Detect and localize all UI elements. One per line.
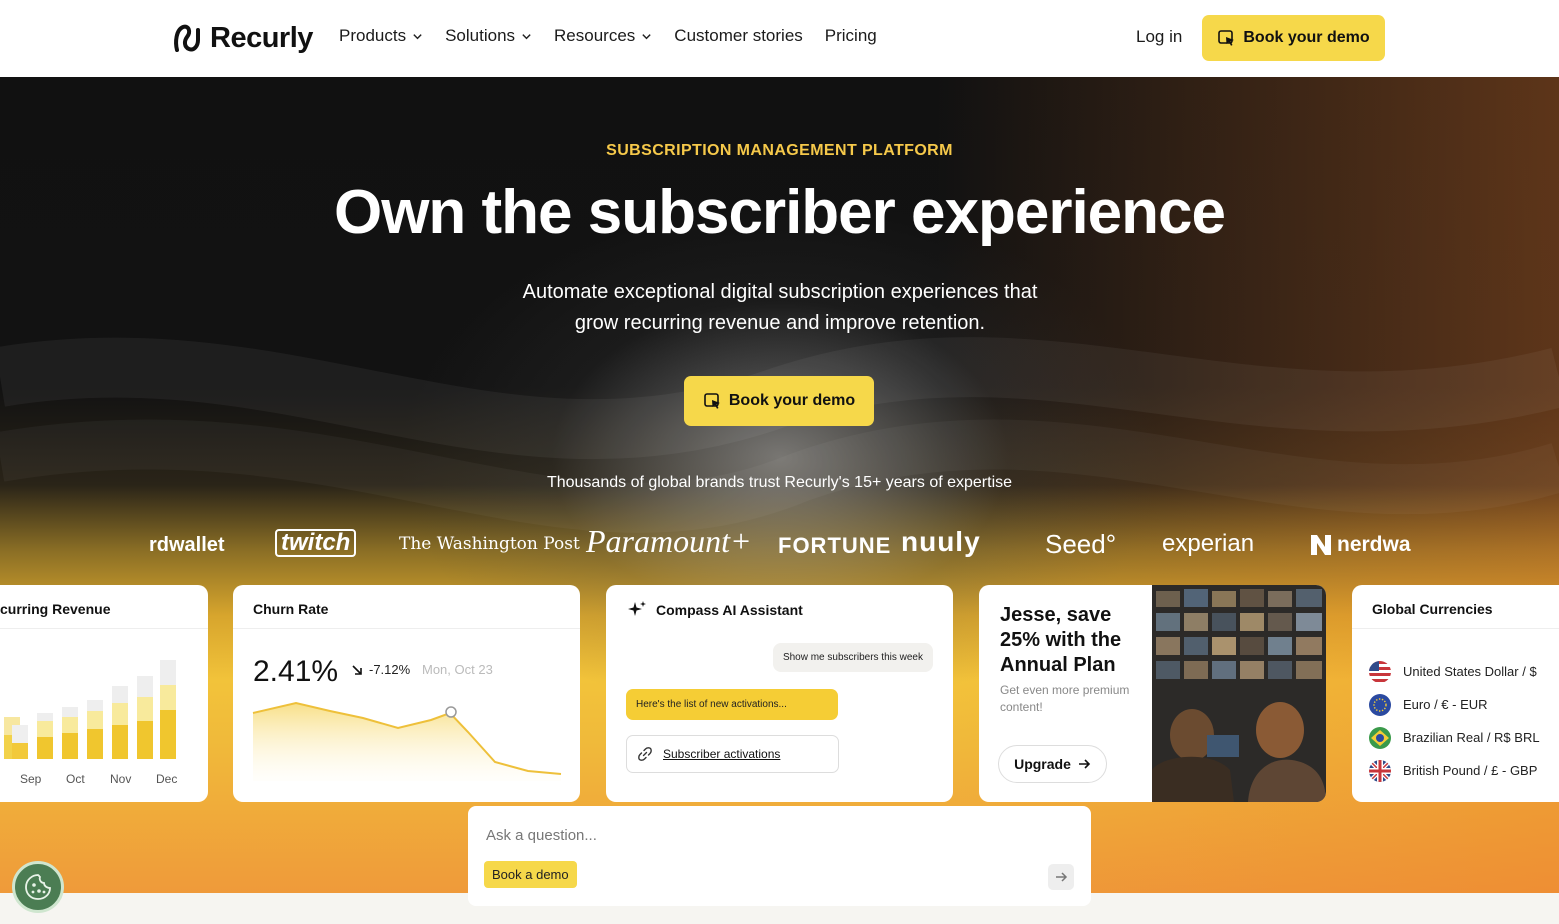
hero: SUBSCRIPTION MANAGEMENT PLATFORM Own the… — [0, 77, 1559, 893]
currency-item: Brazilian Real / R$ BRL — [1369, 721, 1540, 754]
hero-eyebrow: SUBSCRIPTION MANAGEMENT PLATFORM — [606, 142, 953, 159]
upgrade-label: Upgrade — [1014, 756, 1071, 772]
nav-solutions-label: Solutions — [445, 26, 516, 45]
churn-line-chart — [252, 701, 562, 781]
currency-label: United States Dollar / $ — [1403, 664, 1537, 679]
currency-label: British Pound / £ - GBP — [1403, 763, 1538, 778]
user-question-bubble: Show me subscribers this week — [772, 643, 933, 672]
promo-title: Jesse, save 25% with the Annual Plan — [1000, 604, 1122, 676]
brand-logo-nuuly: nuuly — [901, 526, 981, 557]
arrow-right-icon — [1078, 759, 1091, 769]
top-nav: Recurly Products Solutions Resources Cus… — [0, 0, 1559, 77]
currency-item: British Pound / £ - GBP — [1369, 754, 1540, 787]
card-divider — [1352, 628, 1559, 629]
trust-statement: Thousands of global brands trust Recurly… — [546, 474, 1013, 491]
hero-subline-1: Automate exceptional digital subscriptio… — [522, 281, 1038, 303]
primary-nav: Products Solutions Resources Customer st… — [339, 26, 899, 46]
hero-book-demo-button[interactable]: Book your demo — [684, 376, 874, 426]
nav-resources[interactable]: Resources — [554, 26, 652, 46]
calendar-cursor-icon — [704, 393, 720, 409]
nav-resources-label: Resources — [554, 26, 636, 45]
month-label-nov: Nov — [110, 772, 132, 786]
ai-card-title: Compass AI Assistant — [656, 602, 803, 618]
arrow-right-icon — [1056, 872, 1068, 882]
send-button[interactable] — [1048, 864, 1074, 890]
currency-list: United States Dollar / $ Euro / € - EUR … — [1369, 655, 1540, 787]
ask-question-widget: Ask a question... Book a demo — [468, 806, 1091, 906]
hero-headline: Own the subscriber experience — [333, 178, 1226, 247]
sparkle-icon — [628, 601, 646, 616]
login-link[interactable]: Log in — [1136, 27, 1182, 47]
book-a-demo-chip[interactable]: Book a demo — [484, 861, 577, 888]
promo-card: Jesse, save 25% with the Annual Plan Get… — [979, 585, 1326, 802]
nav-products[interactable]: Products — [339, 26, 423, 46]
brand-logo-seed: Seed° — [1045, 529, 1117, 559]
ai-assistant-card: Compass AI Assistant Show me subscribers… — [606, 585, 953, 802]
brand-logo-nerdwallet: nerdwa — [1310, 533, 1411, 557]
chevron-down-icon — [413, 33, 422, 39]
brand-logo-experian: experian — [1162, 530, 1255, 557]
us-flag-icon — [1369, 660, 1391, 683]
brand-logo-washington-post: The Washington Post — [399, 534, 580, 554]
ask-question-input[interactable]: Ask a question... — [486, 827, 597, 844]
recurly-logo[interactable]: Recurly — [172, 20, 313, 56]
month-label-oct: Oct — [66, 772, 85, 786]
nav-book-demo-button[interactable]: Book your demo — [1202, 15, 1385, 61]
nav-products-label: Products — [339, 26, 407, 45]
churn-point-marker — [445, 706, 457, 718]
brand-logo-fortune: FORTUNE — [778, 533, 892, 558]
recurly-logo-icon — [174, 24, 200, 52]
churn-area — [253, 703, 561, 781]
subscriber-activations-label: Subscriber activations — [663, 747, 781, 761]
chevron-down-icon — [642, 33, 651, 39]
nav-solutions[interactable]: Solutions — [445, 26, 532, 46]
chevron-down-icon — [522, 33, 531, 39]
calendar-cursor-icon — [1218, 30, 1235, 46]
assistant-answer-bubble: Here's the list of new activations... — [626, 689, 838, 720]
currency-label: Brazilian Real / R$ BRL — [1403, 730, 1540, 745]
eu-flag-icon — [1369, 693, 1391, 716]
nav-customer-stories[interactable]: Customer stories — [674, 26, 802, 46]
brand-logo-nerdwallet-text: nerdwa — [1337, 533, 1411, 556]
recurring-revenue-card: curring Revenue Sep Oct Nov Dec — [0, 585, 208, 802]
revenue-bar-chart — [4, 660, 176, 759]
churn-rate-card: Churn Rate 2.41% -7.12% Mon, Oct 23 — [233, 585, 580, 802]
nerdwallet-n-icon — [1311, 535, 1331, 555]
revenue-bars — [4, 660, 176, 759]
brazil-flag-icon — [1369, 726, 1391, 749]
month-label-sep: Sep — [20, 772, 42, 786]
upgrade-button[interactable]: Upgrade — [998, 745, 1107, 783]
uk-flag-icon — [1369, 759, 1391, 782]
subscriber-activations-link[interactable]: Subscriber activations — [626, 735, 839, 773]
hero-subline: Automate exceptional digital subscriptio… — [480, 277, 1080, 339]
hero-subline-2: grow recurring revenue and improve reten… — [574, 312, 986, 334]
hero-cta-label: Book your demo — [728, 392, 856, 409]
nav-pricing[interactable]: Pricing — [825, 26, 877, 46]
global-currencies-card: Global Currencies United States Dollar /… — [1352, 585, 1559, 802]
month-label-dec: Dec — [156, 772, 178, 786]
cookie-settings-button[interactable] — [12, 861, 64, 913]
ai-card-header: Compass AI Assistant — [626, 599, 803, 621]
brand-logo-nerdwallet-partial: rdwallet — [149, 534, 225, 556]
currency-label: Euro / € - EUR — [1403, 697, 1488, 712]
brand-logo-paramount-plus: Paramount+ — [586, 523, 752, 559]
brand-name: Recurly — [210, 21, 313, 54]
brand-logo-twitch: twitch — [275, 529, 357, 557]
cookie-icon — [25, 874, 51, 900]
promo-subtitle: Get even more premium content! — [1000, 683, 1130, 714]
currencies-card-title: Global Currencies — [1372, 601, 1493, 617]
currency-item: United States Dollar / $ — [1369, 655, 1540, 688]
nav-cta-label: Book your demo — [1243, 29, 1370, 46]
people-watching-tv-image — [1152, 585, 1326, 802]
link-icon — [638, 747, 652, 761]
currency-item: Euro / € - EUR — [1369, 688, 1540, 721]
